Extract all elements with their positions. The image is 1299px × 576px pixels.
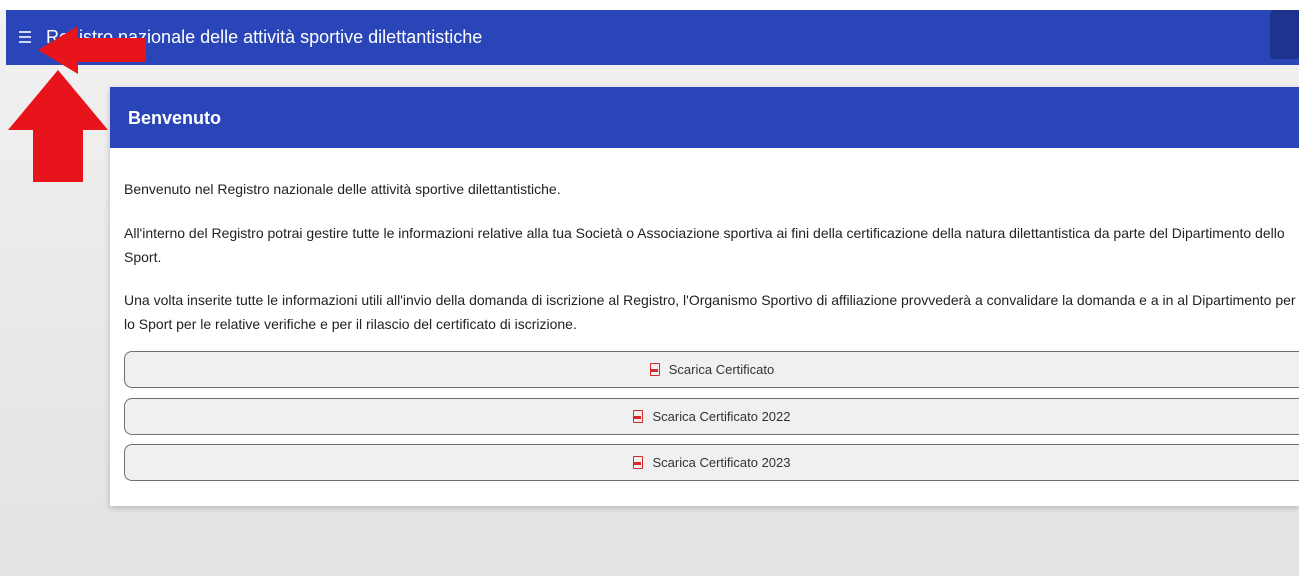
app-header: Registro nazionale delle attività sporti… bbox=[6, 10, 1299, 65]
hamburger-menu-icon[interactable] bbox=[16, 26, 38, 48]
registry-info-paragraph: All'interno del Registro potrai gestire … bbox=[124, 225, 1285, 265]
download-certificate-2023-label: Scarica Certificato 2023 bbox=[652, 455, 791, 470]
red-arrow-left-icon bbox=[38, 26, 146, 74]
pdf-icon bbox=[633, 410, 644, 423]
download-certificate-label: Scarica Certificato bbox=[668, 362, 775, 377]
welcome-card-title: Benvenuto bbox=[128, 108, 222, 128]
download-certificate-button[interactable]: Scarica Certificato bbox=[124, 351, 1299, 388]
welcome-card: Benvenuto Benvenuto nel Registro naziona… bbox=[110, 87, 1299, 506]
pdf-icon bbox=[649, 363, 660, 376]
intro-paragraph: Benvenuto nel Registro nazionale delle a… bbox=[124, 181, 561, 197]
red-arrow-up-icon bbox=[8, 70, 108, 182]
application-info-paragraph: Una volta inserite tutte le informazioni… bbox=[124, 292, 1296, 332]
welcome-card-header: Benvenuto bbox=[110, 87, 1299, 148]
pdf-icon bbox=[633, 456, 644, 469]
download-certificate-2023-button[interactable]: Scarica Certificato 2023 bbox=[124, 444, 1299, 481]
header-right-button[interactable] bbox=[1270, 10, 1299, 59]
download-certificate-2022-button[interactable]: Scarica Certificato 2022 bbox=[124, 398, 1299, 435]
top-strip bbox=[0, 0, 1299, 10]
download-certificate-2022-label: Scarica Certificato 2022 bbox=[652, 409, 791, 424]
